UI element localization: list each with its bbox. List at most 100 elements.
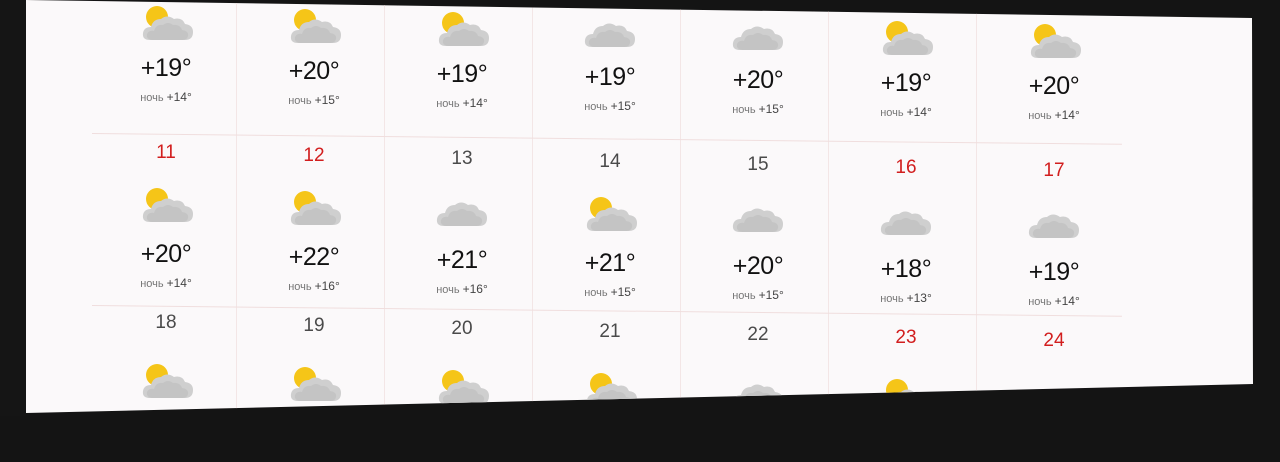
- day-cell[interactable]: 13 +21° ночь +16°: [388, 140, 536, 310]
- day-cell[interactable]: 18: [92, 304, 240, 416]
- day-temperature: +20°: [1028, 72, 1080, 100]
- day-number-holiday: 16: [895, 157, 917, 178]
- calendar-sheet: +19° ночь +14° +20° ночь +15° +19° ночь +14° +19°…: [0, 0, 1253, 416]
- night-label: ночь: [140, 92, 164, 104]
- day-cell[interactable]: 14 +21° ночь +15°: [536, 143, 684, 313]
- sun-cloud-icon: [286, 365, 342, 405]
- day-number: 13: [451, 148, 473, 169]
- day-cell[interactable]: 16 +18° ночь +13°: [832, 149, 980, 319]
- night-value: +15°: [758, 288, 784, 302]
- night-value: +14°: [166, 90, 192, 104]
- cloud-icon: [582, 13, 638, 53]
- day-number-holiday: 23: [895, 327, 917, 348]
- cloud-icon: [730, 374, 786, 414]
- sun-cloud-icon: [434, 10, 490, 50]
- day-number: 19: [303, 315, 325, 336]
- night-value: +14°: [462, 96, 488, 110]
- cloud-icon: [878, 201, 934, 241]
- night-temperature: ночь +14°: [980, 108, 1128, 122]
- day-number: 18: [155, 312, 177, 333]
- day-number-holiday: 24: [1043, 330, 1065, 351]
- day-number: 15: [747, 154, 769, 175]
- calendar-week-row: 11 +20° ночь +14° 12 +22° ночь +16° 13 +21° ночь +1…: [92, 134, 1136, 308]
- night-label: ночь: [584, 101, 608, 113]
- day-temperature: +18°: [880, 255, 932, 283]
- cloud-icon: [1026, 380, 1082, 416]
- day-temperature: +20°: [732, 66, 784, 94]
- calendar-week-row: 18 19 20 21 22 23 24: [92, 304, 1136, 416]
- night-label: ночь: [880, 107, 904, 119]
- day-cell[interactable]: +20° ночь +14°: [980, 8, 1128, 152]
- night-temperature: ночь +15°: [684, 288, 832, 302]
- sun-cloud-icon: [434, 368, 490, 408]
- day-number: 14: [599, 151, 621, 172]
- night-value: +15°: [610, 285, 636, 299]
- night-temperature: ночь +15°: [536, 99, 684, 113]
- day-temperature: +19°: [1028, 258, 1080, 286]
- sun-cloud-icon: [582, 195, 638, 235]
- night-temperature: ночь +16°: [388, 282, 536, 296]
- night-temperature: ночь +14°: [92, 276, 240, 290]
- night-value: +15°: [314, 93, 340, 107]
- day-number-holiday: 11: [156, 142, 176, 163]
- day-number-holiday: 12: [303, 145, 325, 166]
- sun-cloud-icon: [878, 377, 934, 416]
- day-cell[interactable]: 12 +22° ночь +16°: [240, 137, 388, 307]
- cloud-icon: [434, 192, 490, 232]
- day-temperature: +19°: [436, 60, 488, 88]
- day-temperature: +19°: [140, 54, 192, 82]
- day-cell[interactable]: +20° ночь +15°: [240, 0, 388, 137]
- day-temperature: +21°: [584, 249, 636, 277]
- sun-cloud-icon: [878, 19, 934, 59]
- day-cell[interactable]: +19° ночь +14°: [832, 5, 980, 149]
- sun-cloud-icon: [138, 186, 194, 226]
- cloud-icon: [730, 16, 786, 56]
- cloud-icon: [1026, 204, 1082, 244]
- night-label: ночь: [140, 278, 164, 290]
- day-cell[interactable]: 19: [240, 307, 388, 416]
- night-value: +15°: [610, 99, 636, 113]
- sun-cloud-icon: [1026, 22, 1082, 62]
- day-temperature: +21°: [436, 246, 488, 274]
- sun-cloud-icon: [286, 189, 342, 229]
- night-temperature: ночь +14°: [92, 90, 240, 104]
- day-temperature: +19°: [584, 63, 636, 91]
- sun-cloud-icon: [582, 371, 638, 411]
- night-temperature: ночь +15°: [536, 285, 684, 299]
- day-temperature: +20°: [288, 57, 340, 85]
- night-label: ночь: [436, 98, 460, 110]
- night-value: +13°: [906, 291, 932, 305]
- day-number: 20: [451, 318, 473, 339]
- weather-calendar-grid: +19° ночь +14° +20° ночь +15° +19° ночь +14° +19°…: [91, 0, 1136, 416]
- day-cell[interactable]: 11 +20° ночь +14°: [92, 134, 240, 304]
- screen-edge: [0, 0, 26, 416]
- night-temperature: ночь +16°: [240, 279, 388, 293]
- sun-cloud-icon: [138, 362, 194, 402]
- night-temperature: ночь +15°: [684, 102, 832, 116]
- night-temperature: ночь +13°: [832, 291, 980, 305]
- day-cell[interactable]: +19° ночь +14°: [92, 0, 240, 134]
- day-cell[interactable]: 17 +19° ночь +14°: [980, 152, 1128, 322]
- sun-cloud-icon: [286, 7, 342, 47]
- day-cell[interactable]: 23: [832, 319, 980, 416]
- day-cell[interactable]: 15 +20° ночь +15°: [684, 146, 832, 316]
- day-cell[interactable]: 21: [536, 313, 684, 416]
- day-cell[interactable]: 22: [684, 316, 832, 416]
- night-value: +14°: [166, 276, 192, 290]
- day-number: 21: [599, 321, 621, 342]
- day-number-holiday: 17: [1043, 160, 1065, 181]
- day-temperature: +19°: [880, 69, 932, 97]
- night-label: ночь: [436, 284, 460, 296]
- night-temperature: ночь +15°: [240, 93, 388, 107]
- day-cell[interactable]: +20° ночь +15°: [684, 2, 832, 146]
- night-label: ночь: [732, 104, 756, 116]
- day-cell[interactable]: 20: [388, 310, 536, 416]
- day-cell[interactable]: +19° ночь +14°: [388, 0, 536, 140]
- day-number: 22: [747, 324, 769, 345]
- day-cell[interactable]: 24: [980, 322, 1128, 416]
- night-value: +14°: [906, 105, 932, 119]
- sun-cloud-icon: [138, 4, 194, 44]
- night-label: ночь: [288, 281, 312, 293]
- day-cell[interactable]: +19° ночь +15°: [536, 0, 684, 143]
- cloud-icon: [730, 198, 786, 238]
